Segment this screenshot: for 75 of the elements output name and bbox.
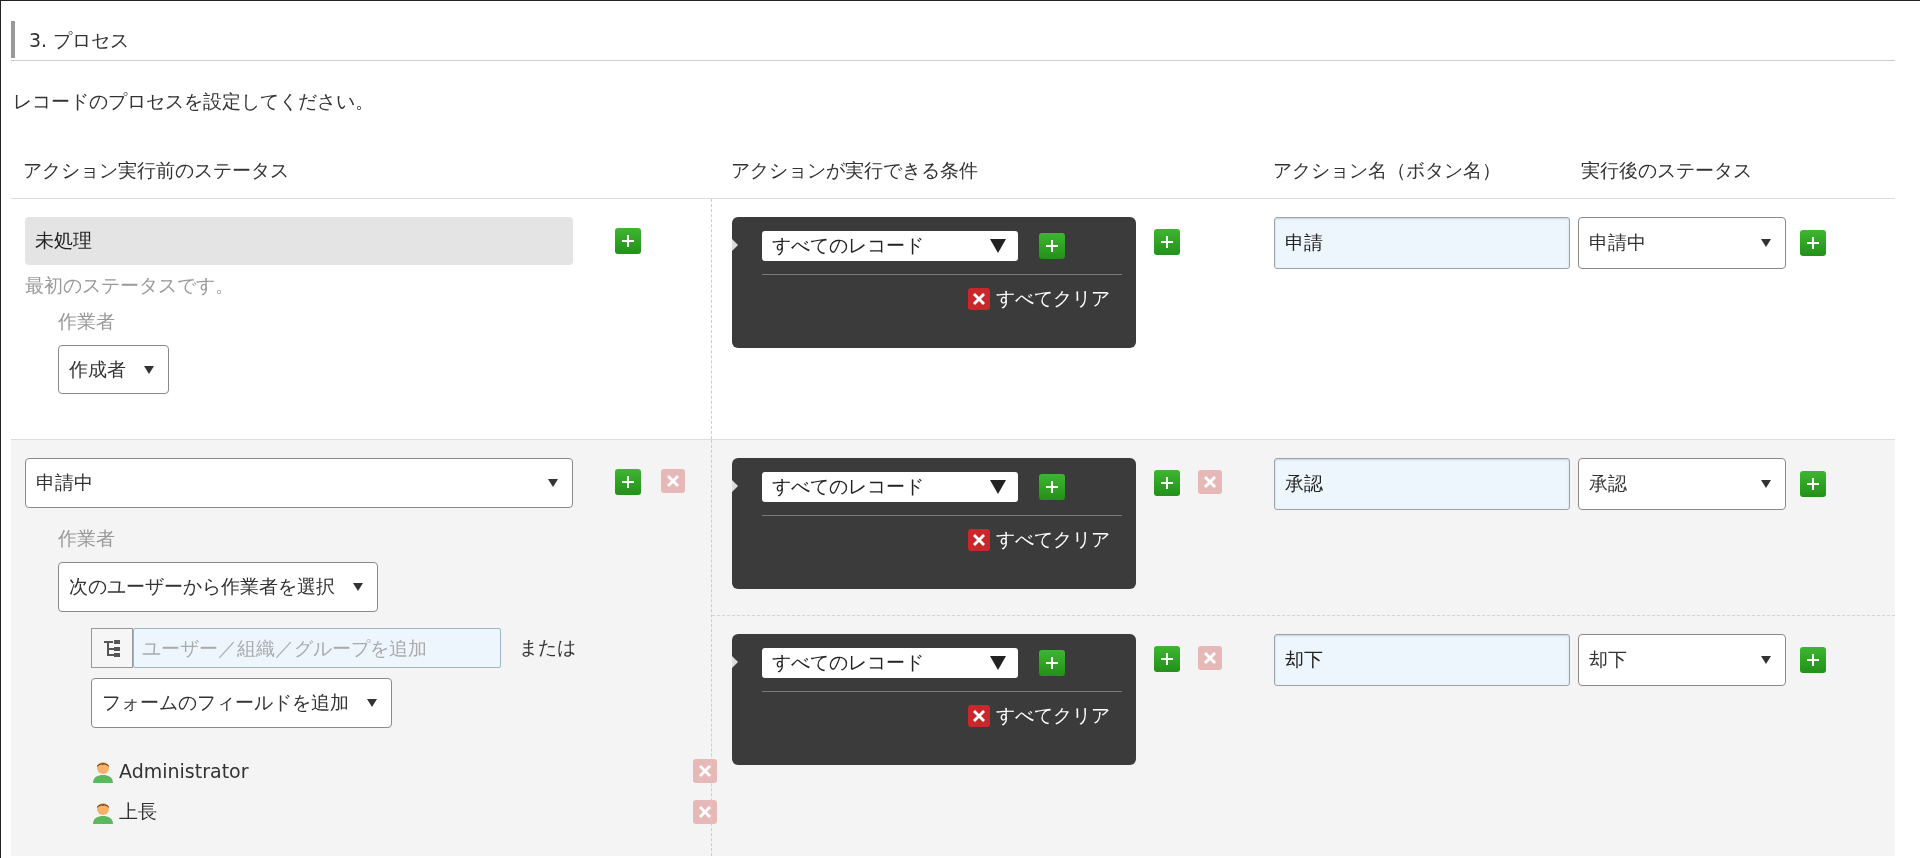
user-name: Administrator <box>119 759 249 782</box>
condition-dropdown[interactable]: すべてのレコード <box>762 648 1018 678</box>
close-icon <box>697 803 713 820</box>
plus-icon <box>1159 475 1175 491</box>
clear-all-button[interactable]: すべてクリア <box>968 527 1110 553</box>
plus-icon <box>1159 651 1175 667</box>
caret-icon <box>1761 656 1771 664</box>
column-header: アクション名（ボタン名） <box>1272 157 1502 183</box>
action-name-field[interactable]: 却下 <box>1274 634 1570 686</box>
caret-icon <box>353 583 363 591</box>
caret-icon <box>1761 480 1771 488</box>
assignee-dropdown[interactable]: 作成者 <box>58 345 169 394</box>
caret-icon <box>990 656 1006 670</box>
plus-icon <box>1044 479 1060 495</box>
caret-icon <box>548 479 558 487</box>
field-dropdown[interactable]: フォームのフィールドを追加 <box>91 678 392 728</box>
section-description: レコードのプロセスを設定してください。 <box>12 89 375 114</box>
add-button[interactable] <box>1154 470 1180 496</box>
pointer-icon <box>732 480 738 492</box>
plus-icon <box>1159 234 1175 250</box>
add-button[interactable] <box>1039 233 1065 259</box>
close-icon <box>1202 474 1218 490</box>
add-button[interactable] <box>1039 474 1065 500</box>
close-icon <box>972 533 986 547</box>
caret-icon <box>144 365 154 374</box>
caret-icon <box>1761 239 1771 247</box>
plus-icon <box>620 233 636 249</box>
add-button[interactable] <box>1154 646 1180 672</box>
close-icon <box>972 709 986 723</box>
section-title: 3. プロセス <box>28 27 130 53</box>
pointer-icon <box>732 656 738 668</box>
add-button[interactable] <box>1800 230 1826 256</box>
plus-icon <box>1805 652 1821 668</box>
add-button[interactable] <box>615 469 641 495</box>
plus-icon <box>1044 655 1060 671</box>
plus-icon <box>620 474 636 490</box>
column-header: アクションが実行できる条件 <box>730 157 979 183</box>
or-label: または <box>519 635 576 660</box>
status-dropdown[interactable]: 却下 <box>1578 634 1786 686</box>
user-name: 上長 <box>119 798 157 824</box>
action-name-field[interactable]: 申請 <box>1274 217 1570 269</box>
close-icon <box>697 762 713 779</box>
clear-all-button[interactable]: すべてクリア <box>968 286 1110 312</box>
status-dropdown[interactable]: 申請中 <box>25 458 573 508</box>
pointer-icon <box>732 239 738 251</box>
add-button[interactable] <box>1039 650 1065 676</box>
status-note: 最初のステータスです。 <box>25 273 235 297</box>
clear-all-button[interactable]: すべてクリア <box>968 703 1110 729</box>
caret-icon <box>990 239 1006 253</box>
assignee-label: 作業者 <box>58 526 116 550</box>
condition-dropdown[interactable]: すべてのレコード <box>762 472 1018 502</box>
assignee-label: 作業者 <box>58 309 116 333</box>
status-name: 未処理 <box>25 217 573 265</box>
caret-icon <box>990 480 1006 494</box>
add-button[interactable] <box>1154 229 1180 255</box>
plus-icon <box>1805 476 1821 492</box>
plus-icon <box>1805 235 1821 251</box>
caret-icon <box>367 699 377 707</box>
condition-dropdown[interactable]: すべてのレコード <box>762 231 1018 261</box>
user-search-field[interactable]: ユーザー／組織／グループを追加 <box>133 628 501 668</box>
status-dropdown[interactable]: 承認 <box>1578 458 1786 510</box>
close-icon <box>665 473 681 489</box>
column-header: 実行後のステータス <box>1580 157 1753 183</box>
close-icon <box>972 292 986 306</box>
add-button[interactable] <box>615 228 641 254</box>
status-dropdown[interactable]: 申請中 <box>1578 217 1786 269</box>
hierarchy-button[interactable] <box>91 628 133 668</box>
hierarchy-icon <box>103 638 121 658</box>
add-button[interactable] <box>1800 647 1826 673</box>
assignee-dropdown[interactable]: 次のユーザーから作業者を選択 <box>58 562 378 612</box>
action-name-field[interactable]: 承認 <box>1274 458 1570 510</box>
column-header: アクション実行前のステータス <box>22 157 290 183</box>
add-button[interactable] <box>1800 471 1826 497</box>
plus-icon <box>1044 238 1060 254</box>
close-icon <box>1202 650 1218 666</box>
